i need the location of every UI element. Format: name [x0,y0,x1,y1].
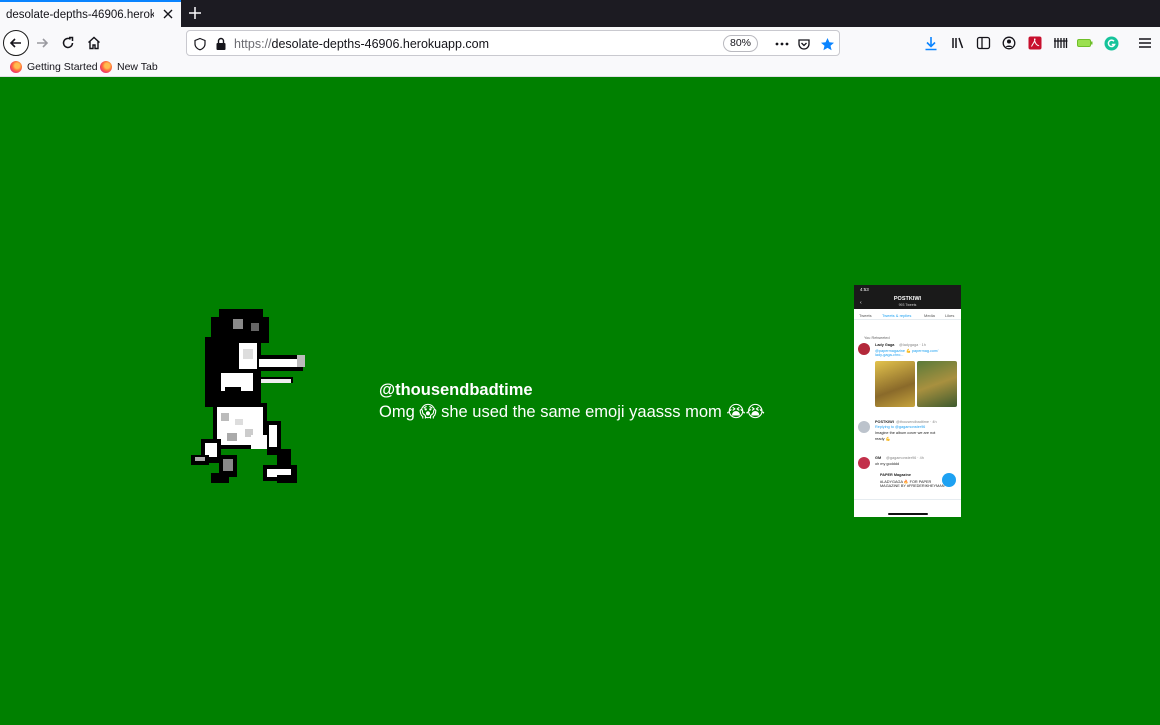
pixel-character-image [191,309,305,483]
back-arrow-icon [9,38,21,48]
barcode-extension-icon[interactable] [1051,34,1069,52]
tweet-handle: @thousendbadtime [379,381,533,399]
bookmark-label: Getting Started [27,61,98,73]
phone-tab: Tweets [859,313,872,318]
url-text[interactable]: https://desolate-depths-46906.herokuapp.… [234,37,489,51]
phone-tweet-count: 993 Tweets [898,303,917,307]
phone-tab-bar [854,499,961,511]
firefox-icon [10,61,22,73]
phone-tab: Media [924,313,935,318]
phone-tab: Tweets & replies [882,313,912,318]
phone-header: 4:53 ‹ POSTKIWI 993 Tweets [854,285,961,309]
url-host: desolate-depths-46906.herokuapp.com [271,37,490,51]
bookmark-getting-started[interactable]: Getting Started [10,61,98,73]
tweet-text: Omg 😱 she used the same emoji yaasss mom… [379,403,765,421]
phone-screenshot-image: 4:53 ‹ POSTKIWI 993 Tweets Tweets Tweets… [854,285,961,517]
phone-magazine-image [917,361,957,407]
page-actions-icon[interactable] [773,35,791,53]
acrobat-extension-icon[interactable] [1026,34,1044,52]
sidebar-icon[interactable] [974,34,992,52]
phone-handle: @thousendbadtime · 4h [896,420,937,424]
phone-tabs: Tweets Tweets & replies Media Likes [854,312,961,320]
active-tab[interactable]: desolate-depths-46906.herokuapp.com [0,0,181,27]
reload-icon [62,36,74,49]
forward-arrow-icon [37,38,49,48]
phone-avatar [858,421,870,433]
tab-strip: desolate-depths-46906.herokuapp.com [0,0,1160,27]
library-icon[interactable] [949,34,967,52]
phone-author: GM [875,456,882,460]
home-icon [88,36,100,50]
home-button[interactable] [81,30,107,56]
lock-icon[interactable] [212,35,230,53]
tab-title: desolate-depths-46906.herokuapp.com [6,8,154,21]
zoom-level-badge[interactable]: 80% [723,35,759,52]
phone-time: 4:53 [860,287,869,292]
phone-avatar [858,457,870,469]
navigation-toolbar: https://desolate-depths-46906.herokuapp.… [0,27,1160,60]
phone-tweet-text: oh my godddd [875,462,900,466]
reload-button[interactable] [55,30,81,56]
battery-extension-icon[interactable] [1076,34,1094,52]
bookmark-new-tab[interactable]: New Tab [100,61,158,73]
back-button[interactable] [3,30,29,56]
phone-retweet-label: You Retweeted [864,336,890,340]
page-content: @thousendbadtime Omg 😱 she used the same… [0,77,1160,725]
phone-compose-icon [942,473,956,487]
phone-home-indicator [888,513,928,515]
tracking-shield-icon[interactable] [191,35,209,53]
new-tab-plus-icon[interactable] [186,4,204,22]
url-scheme: https:// [234,37,272,51]
downloads-icon[interactable] [922,34,940,52]
hamburger-menu-icon[interactable] [1136,34,1154,52]
address-bar[interactable]: https://desolate-depths-46906.herokuapp.… [186,30,840,56]
forward-button[interactable] [29,30,55,56]
account-icon[interactable] [1000,34,1018,52]
phone-quote-text: MAGAZINE BY #FREDERIKHEYMAN [880,484,945,488]
firefox-icon [100,61,112,73]
phone-tab: Likes [945,313,955,318]
bookmarks-toolbar: Getting Started New Tab [0,60,1160,77]
bookmark-star-icon[interactable] [818,35,836,53]
phone-handle: @ladygaga · 1h [899,343,926,347]
phone-handle: @gagamonster96 · 4h [886,456,924,460]
phone-author: Lady Gaga [875,343,895,347]
grammarly-icon[interactable] [1102,34,1120,52]
phone-tweet-text: Imagine the album cover we are not [875,431,936,435]
phone-quote-author: PAPER Magazine [880,473,911,477]
phone-profile-name: POSTKIWI [893,296,922,302]
pocket-icon[interactable] [795,35,813,53]
phone-reply-label: Replying to @gagamonster96 [875,425,926,429]
phone-tweet-text: ready 💪 [875,437,891,441]
phone-avatar [858,343,870,355]
phone-author: POSTKIWI [875,420,894,424]
phone-tweet-link: lady-gaga-chro... [875,353,904,357]
phone-magazine-image [875,361,915,407]
bookmark-label: New Tab [117,61,158,73]
close-tab-icon[interactable] [161,7,175,21]
